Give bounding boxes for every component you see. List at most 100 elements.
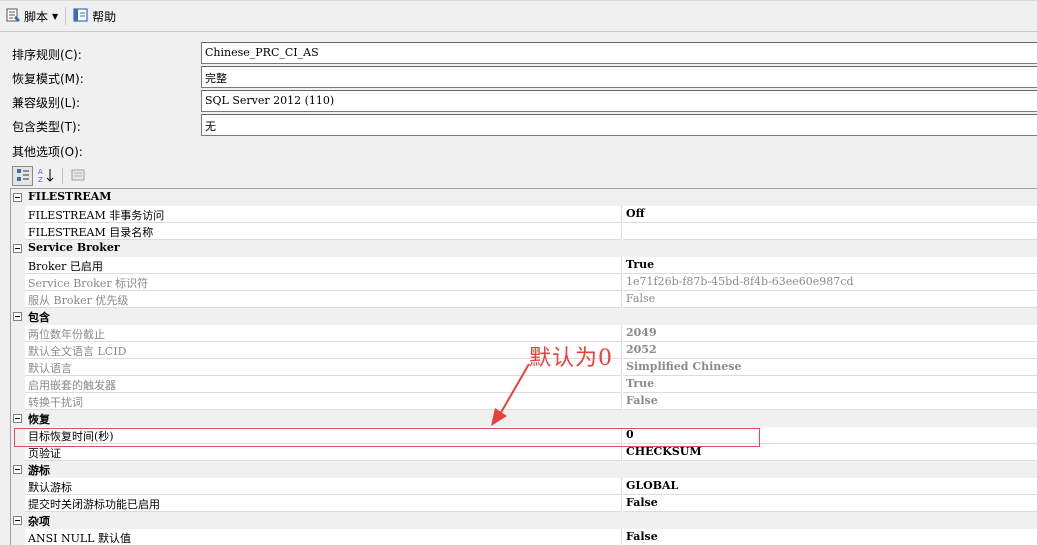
property-value[interactable]: False — [623, 495, 1037, 512]
category-name: Service Broker — [28, 241, 120, 254]
property-row[interactable]: 服从 Broker 优先级 False — [11, 291, 1037, 308]
svg-text:A: A — [38, 168, 43, 176]
collapse-icon[interactable] — [13, 516, 22, 525]
property-name: Broker 已启用 — [25, 257, 622, 274]
sort-az-icon: A Z — [37, 167, 55, 186]
collation-row: 排序规则(C): Chinese_PRC_CI_AS — [0, 42, 1037, 66]
toolbar-top-border — [0, 0, 1037, 1]
property-row[interactable]: Broker 已启用 True — [11, 257, 1037, 274]
toolbar-separator — [65, 7, 67, 25]
collapse-icon[interactable] — [13, 414, 22, 423]
property-grid-toolbar: A Z — [10, 164, 1037, 188]
row-gutter — [11, 359, 25, 376]
property-pages-icon — [71, 168, 85, 185]
collation-label: 排序规则(C): — [12, 48, 82, 62]
other-options-label: 其他选项(O): — [12, 145, 83, 159]
property-value[interactable]: False — [623, 529, 1037, 545]
chevron-down-icon[interactable]: ▼ — [52, 12, 58, 21]
row-gutter — [11, 325, 25, 342]
property-pages-button[interactable] — [67, 166, 88, 186]
category-name: 杂项 — [28, 515, 50, 528]
property-value[interactable]: Simplified Chinese — [623, 359, 1037, 376]
property-value[interactable]: GLOBAL — [623, 478, 1037, 495]
property-name: FILESTREAM 目录名称 — [25, 223, 622, 240]
property-row[interactable]: FILESTREAM 目录名称 — [11, 223, 1037, 240]
property-value[interactable]: False — [623, 291, 1037, 308]
property-row[interactable]: FILESTREAM 非事务访问 Off — [11, 206, 1037, 223]
script-button[interactable]: 脚本 ▼ — [2, 5, 61, 27]
category-row[interactable]: 杂项 — [11, 512, 1037, 529]
categorized-button[interactable] — [12, 166, 33, 186]
property-name: 页验证 — [25, 444, 622, 461]
containment-label: 包含类型(T): — [12, 120, 81, 134]
property-value[interactable]: True — [623, 376, 1037, 393]
collapse-icon[interactable] — [13, 244, 22, 253]
collation-field[interactable]: Chinese_PRC_CI_AS — [201, 42, 1037, 64]
categorized-icon — [16, 168, 30, 185]
row-gutter — [11, 478, 25, 495]
containment-row: 包含类型(T): 无 — [0, 114, 1037, 138]
property-row[interactable]: 两位数年份截止 2049 — [11, 325, 1037, 342]
alphabetical-button[interactable]: A Z — [35, 166, 56, 186]
compat-level-row: 兼容级别(L): SQL Server 2012 (110) — [0, 90, 1037, 114]
row-gutter — [11, 291, 25, 308]
property-value[interactable]: False — [623, 393, 1037, 410]
recovery-model-row: 恢复模式(M): 完整 — [0, 66, 1037, 90]
property-row[interactable]: 默认游标 GLOBAL — [11, 478, 1037, 495]
top-toolbar: 脚本 ▼ 帮助 — [0, 0, 1037, 32]
property-name: FILESTREAM 非事务访问 — [25, 206, 622, 223]
category-name: 恢复 — [28, 413, 50, 426]
property-name: 提交时关闭游标功能已启用 — [25, 495, 622, 512]
row-gutter — [11, 376, 25, 393]
category-name: FILESTREAM — [28, 190, 112, 203]
property-row[interactable]: 默认全文语言 LCID 2052 — [11, 342, 1037, 359]
row-gutter — [11, 257, 25, 274]
containment-field[interactable]: 无 — [201, 114, 1037, 136]
collapse-icon[interactable] — [13, 193, 22, 202]
category-name: 包含 — [28, 311, 50, 324]
recovery-model-label: 恢复模式(M): — [12, 72, 84, 86]
property-value[interactable] — [623, 223, 1037, 240]
property-value[interactable]: 2052 — [623, 342, 1037, 359]
annotation-arrow-icon — [491, 363, 530, 426]
property-name: Service Broker 标识符 — [25, 274, 622, 291]
property-row[interactable]: Service Broker 标识符 1e71f26b-f87b-45bd-8f4… — [11, 274, 1037, 291]
grid-toolbar-separator — [62, 168, 63, 184]
row-gutter — [11, 427, 25, 444]
property-value[interactable]: True — [623, 257, 1037, 274]
collapse-icon[interactable] — [13, 465, 22, 474]
compat-level-field[interactable]: SQL Server 2012 (110) — [201, 90, 1037, 112]
row-gutter — [11, 206, 25, 223]
script-label: 脚本 — [24, 9, 49, 24]
property-row[interactable]: ANSI NULL 默认值 False — [11, 529, 1037, 545]
property-value[interactable]: 1e71f26b-f87b-45bd-8f4b-63ee60e987cd — [623, 274, 1037, 291]
category-row[interactable]: 游标 — [11, 461, 1037, 478]
row-gutter — [11, 529, 25, 545]
property-row[interactable]: 提交时关闭游标功能已启用 False — [11, 495, 1037, 512]
help-button[interactable]: 帮助 — [70, 5, 119, 27]
script-icon — [5, 7, 21, 26]
property-value[interactable]: 2049 — [623, 325, 1037, 342]
property-name: 默认游标 — [25, 478, 622, 495]
svg-text:Z: Z — [38, 176, 43, 183]
compat-level-label: 兼容级别(L): — [12, 96, 81, 110]
property-name: 服从 Broker 优先级 — [25, 291, 622, 308]
property-value[interactable]: Off — [623, 206, 1037, 223]
row-gutter — [11, 223, 25, 240]
property-row[interactable]: 页验证 CHECKSUM — [11, 444, 1037, 461]
help-icon — [73, 7, 89, 26]
property-value[interactable]: CHECKSUM — [623, 444, 1037, 461]
category-name: 游标 — [28, 464, 50, 477]
collapse-icon[interactable] — [13, 312, 22, 321]
row-gutter — [11, 495, 25, 512]
row-gutter — [11, 274, 25, 291]
category-row[interactable]: 包含 — [11, 308, 1037, 325]
category-row[interactable]: FILESTREAM — [11, 189, 1037, 206]
property-value[interactable]: 0 — [623, 427, 1037, 444]
row-gutter — [11, 393, 25, 410]
category-row[interactable]: Service Broker — [11, 240, 1037, 257]
help-label: 帮助 — [92, 9, 117, 24]
toolbar-bottom-border — [0, 31, 1037, 32]
property-name: ANSI NULL 默认值 — [25, 529, 622, 545]
recovery-model-field[interactable]: 完整 — [201, 66, 1037, 88]
